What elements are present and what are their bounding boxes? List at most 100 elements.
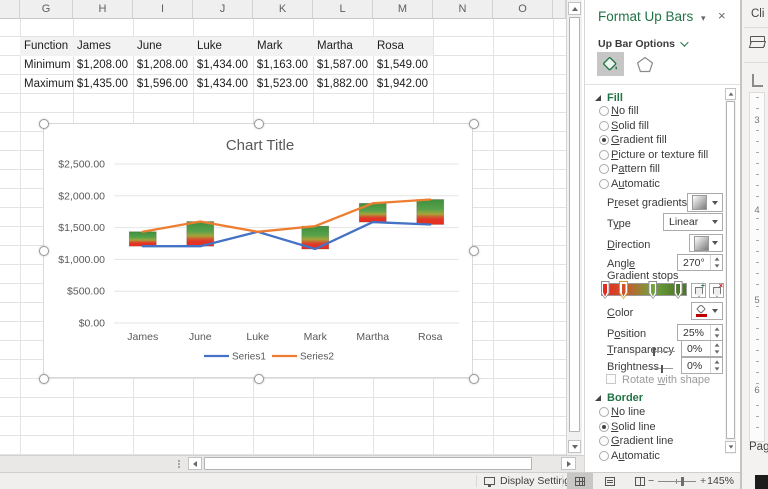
selection-handle[interactable] xyxy=(39,246,49,256)
scroll-down-button[interactable] xyxy=(568,440,581,453)
scroll-up-button[interactable] xyxy=(568,2,581,15)
radio-button[interactable] xyxy=(599,150,609,160)
gradient-stop-marker[interactable] xyxy=(674,281,683,299)
pane-scrollbar[interactable] xyxy=(725,88,736,454)
fill-color-button[interactable] xyxy=(691,302,723,320)
table-row-minimum[interactable]: Minimum$1,208.00$1,208.00$1,434.00$1,163… xyxy=(0,56,566,75)
add-gradient-stop-button[interactable]: + xyxy=(691,283,706,298)
header-cell[interactable]: Luke xyxy=(193,37,253,56)
radio-button[interactable] xyxy=(599,451,609,461)
value-cell[interactable]: $1,882.00 xyxy=(313,75,373,94)
value-cell[interactable]: $1,208.00 xyxy=(73,56,133,75)
column-headers[interactable]: GHIJKLMNO xyxy=(0,0,566,19)
pane-scroll-up-button[interactable] xyxy=(725,88,736,100)
fill-option-pattern-fill[interactable]: Pattern fill xyxy=(585,162,725,177)
value-cell[interactable]: $1,596.00 xyxy=(133,75,193,94)
header-cell[interactable]: James xyxy=(73,37,133,56)
zoom-level-button[interactable]: 145% xyxy=(706,475,734,487)
header-cell[interactable]: Martha xyxy=(313,37,373,56)
selection-handle[interactable] xyxy=(469,374,479,384)
fill-option-gradient-fill[interactable]: Gradient fill xyxy=(585,133,725,148)
header-cell[interactable]: Mark xyxy=(253,37,313,56)
table-row-maximum[interactable]: Maximum$1,435.00$1,596.00$1,434.00$1,523… xyxy=(0,75,566,94)
preset-gradients-button[interactable] xyxy=(687,193,723,212)
zoom-slider-thumb[interactable] xyxy=(681,477,684,486)
selection-handle[interactable] xyxy=(39,374,49,384)
spin-arrows[interactable] xyxy=(710,255,722,270)
pane-menu-caret-icon[interactable]: ▾ xyxy=(701,13,706,24)
value-cell[interactable]: $1,163.00 xyxy=(253,56,313,75)
selection-handle[interactable] xyxy=(469,246,479,256)
value-cell[interactable]: $1,434.00 xyxy=(193,75,253,94)
header-cell[interactable]: Rosa xyxy=(373,37,433,56)
type-combobox[interactable]: Linear xyxy=(663,213,723,231)
row-label-cell[interactable]: Minimum xyxy=(20,56,73,75)
normal-view-button[interactable] xyxy=(567,473,593,489)
brightness-spinner[interactable]: 0% xyxy=(681,357,723,374)
rotate-with-shape-checkbox[interactable] xyxy=(606,374,616,384)
zoom-out-button[interactable]: − xyxy=(648,475,654,487)
column-header-M[interactable]: M xyxy=(373,0,433,18)
slider-thumb[interactable] xyxy=(661,365,663,373)
pane-scroll-thumb[interactable] xyxy=(726,101,735,439)
gradient-stops-bar[interactable] xyxy=(601,283,687,296)
horizontal-scroll-thumb[interactable] xyxy=(204,457,532,470)
fill-section-header[interactable]: Fill xyxy=(595,92,623,104)
value-cell[interactable]: $1,435.00 xyxy=(73,75,133,94)
slider-thumb[interactable] xyxy=(653,348,655,356)
column-header-O[interactable]: O xyxy=(493,0,553,18)
fill-option-solid-fill[interactable]: Solid fill xyxy=(585,119,725,134)
pane-scroll-down-button[interactable] xyxy=(725,441,736,453)
pane-close-icon[interactable]: × xyxy=(718,8,726,23)
spin-arrows[interactable] xyxy=(710,358,722,373)
fill-line-tab[interactable] xyxy=(597,52,624,76)
value-cell[interactable]: $1,208.00 xyxy=(133,56,193,75)
vertical-scroll-thumb[interactable] xyxy=(569,17,580,432)
selection-handle[interactable] xyxy=(254,374,264,384)
row-label-cell[interactable]: Maximum xyxy=(20,75,73,94)
header-cell[interactable]: June xyxy=(133,37,193,56)
folder-icon[interactable] xyxy=(750,36,765,47)
scroll-right-button[interactable] xyxy=(561,457,576,470)
page-layout-view-button[interactable] xyxy=(597,473,623,489)
border-option-no-line[interactable]: No line xyxy=(585,405,725,420)
border-option-solid-line[interactable]: Solid line xyxy=(585,420,725,435)
column-header-L[interactable]: L xyxy=(313,0,373,18)
fill-option-automatic[interactable]: Automatic xyxy=(585,177,725,192)
effects-tab[interactable] xyxy=(631,52,658,76)
border-section-header[interactable]: Border xyxy=(595,392,643,404)
sheet-vertical-scrollbar[interactable] xyxy=(566,0,582,455)
table-header-row[interactable]: FunctionJamesJuneLukeMarkMarthaRosa xyxy=(0,37,566,56)
value-cell[interactable]: $1,549.00 xyxy=(373,56,433,75)
radio-button[interactable] xyxy=(599,135,609,145)
brightness-slider[interactable] xyxy=(651,368,673,369)
gradient-stop-marker[interactable] xyxy=(648,281,657,299)
scroll-left-button[interactable] xyxy=(188,457,202,470)
radio-button[interactable] xyxy=(599,106,609,116)
position-spinner[interactable]: 25% xyxy=(677,324,723,341)
display-settings-button[interactable]: Display Settings xyxy=(500,475,575,487)
radio-button[interactable] xyxy=(599,436,609,446)
fill-option-picture-or-texture-fill[interactable]: Picture or texture fill xyxy=(585,148,725,163)
selection-handle[interactable] xyxy=(254,119,264,129)
radio-button[interactable] xyxy=(599,422,609,432)
column-header-J[interactable]: J xyxy=(193,0,253,18)
value-cell[interactable]: $1,587.00 xyxy=(313,56,373,75)
column-header-N[interactable]: N xyxy=(433,0,493,18)
transparency-spinner[interactable]: 0% xyxy=(681,340,723,357)
selection-handle[interactable] xyxy=(39,119,49,129)
direction-button[interactable] xyxy=(689,234,723,252)
value-cell[interactable]: $1,434.00 xyxy=(193,56,253,75)
zoom-slider-track[interactable] xyxy=(658,481,696,482)
radio-button[interactable] xyxy=(599,179,609,189)
worksheet-grid[interactable]: GHIJKLMNO FunctionJamesJuneLukeMarkMarth… xyxy=(0,0,566,455)
radio-button[interactable] xyxy=(599,164,609,174)
radio-button[interactable] xyxy=(599,121,609,131)
column-header-partial[interactable] xyxy=(0,0,20,18)
angle-spinner[interactable]: 270° xyxy=(677,254,723,271)
fill-option-no-fill[interactable]: No fill xyxy=(585,104,725,119)
column-header-I[interactable]: I xyxy=(133,0,193,18)
value-cell[interactable]: $1,942.00 xyxy=(373,75,433,94)
column-header-K[interactable]: K xyxy=(253,0,313,18)
chart-object[interactable]: $0.00$500.00$1,000.00$1,500.00$2,000.00$… xyxy=(43,123,473,378)
